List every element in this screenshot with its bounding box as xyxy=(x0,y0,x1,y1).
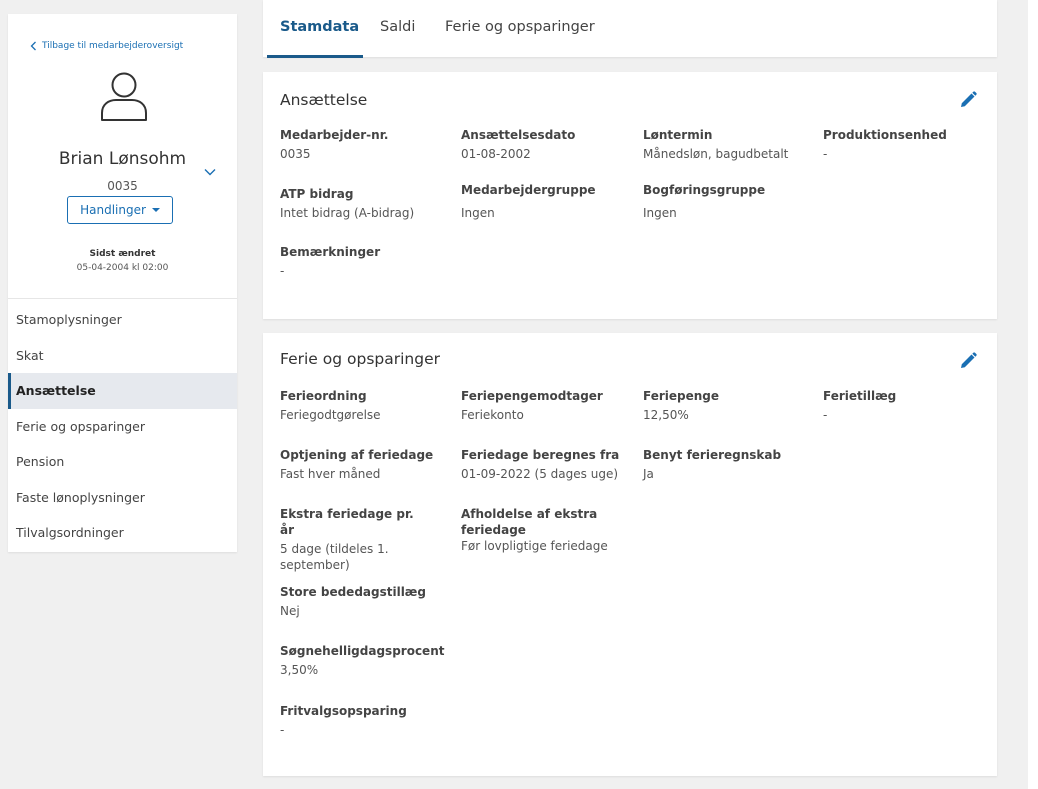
actions-dropdown-button[interactable]: Handlinger xyxy=(67,196,173,224)
pencil-icon[interactable] xyxy=(959,352,977,370)
field-optjening-af-feriedage: Optjening af feriedage Fast hver måned xyxy=(280,447,450,482)
field-bemaerkninger: Bemærkninger - xyxy=(280,244,450,279)
back-link-label: Tilbage til medarbejderoversigt xyxy=(42,41,184,51)
field-medarbejdergruppe: Medarbejdergruppe Ingen xyxy=(461,182,631,221)
active-tab-indicator xyxy=(267,55,363,58)
field-label: Feriepenge xyxy=(643,389,720,403)
field-label: Medarbejder-nr. xyxy=(280,128,389,142)
last-changed-label: Sidst ændret xyxy=(89,249,156,259)
field-label: Ekstra feriedage pr. år xyxy=(280,507,414,537)
field-label: Ansættelsesdato xyxy=(461,128,576,142)
caret-down-icon xyxy=(151,208,160,212)
field-value: Ingen xyxy=(643,206,677,220)
field-label: ATP bidrag xyxy=(280,187,354,201)
field-value: Ingen xyxy=(461,206,495,220)
employee-name: Brian Lønsohm xyxy=(58,149,187,169)
holiday-savings-card: Ferie og opsparinger Ferieordning Ferieg… xyxy=(263,333,997,776)
field-value: Månedsløn, bagudbetalt xyxy=(643,147,789,161)
field-label: Bemærkninger xyxy=(280,245,381,259)
field-value: 12,50% xyxy=(643,408,689,422)
field-value: - xyxy=(280,264,285,278)
field-value: Ja xyxy=(643,467,654,481)
employment-card-title: Ansættelse xyxy=(280,91,368,109)
field-label: Produktionsenhed xyxy=(823,128,947,142)
employee-sidebar: Tilbage til medarbejderoversigt Brian Lø… xyxy=(8,14,237,552)
last-changed-value: 05-04-2004 kl 02:00 xyxy=(76,263,169,273)
field-produktionsenhed: Produktionsenhed - xyxy=(823,127,993,162)
field-benyt-ferieregnskab: Benyt ferieregnskab Ja xyxy=(643,447,813,482)
field-value: Nej xyxy=(280,604,300,618)
sidebar-item-stamoplysninger[interactable]: Stamoplysninger xyxy=(8,302,237,338)
field-feriepenge: Feriepenge 12,50% xyxy=(643,388,813,423)
field-value: Intet bidrag (A-bidrag) xyxy=(280,206,415,220)
field-label: Store bededagstillæg xyxy=(280,585,426,599)
divider xyxy=(8,298,237,299)
pencil-icon[interactable] xyxy=(959,91,977,109)
field-label: Fritvalgsopsparing xyxy=(280,704,407,718)
field-label: Ferietillæg xyxy=(823,389,897,403)
field-value: 01-09-2022 (5 dages uge) xyxy=(461,467,619,481)
tab-stamdata[interactable]: Stamdata xyxy=(280,19,359,35)
field-ferietillaeg: Ferietillæg - xyxy=(823,388,993,423)
field-value: - xyxy=(823,147,828,161)
field-label: Afholdelse af ekstra feriedage xyxy=(461,507,598,537)
field-value: Feriekonto xyxy=(461,408,524,422)
field-value: 3,50% xyxy=(280,663,319,677)
tab-saldi[interactable]: Saldi xyxy=(380,19,415,35)
field-label: Bogføringsgruppe xyxy=(643,183,766,197)
actions-button-label: Handlinger xyxy=(80,203,146,217)
field-label: Benyt ferieregnskab xyxy=(643,448,782,462)
field-value: Før lovpligtige feriedage xyxy=(461,539,608,553)
chevron-down-icon[interactable] xyxy=(204,168,216,176)
sidebar-item-skat[interactable]: Skat xyxy=(8,338,237,374)
field-afholdelse-af-ekstra-feriedage: Afholdelse af ekstra feriedage Før lovpl… xyxy=(461,506,621,554)
employee-number: 0035 xyxy=(107,179,138,193)
field-value: - xyxy=(823,408,828,422)
holiday-card-title: Ferie og opsparinger xyxy=(280,350,440,368)
field-value: Fast hver måned xyxy=(280,467,381,481)
sidebar-nav: Stamoplysninger Skat Ansættelse Ferie og… xyxy=(8,302,237,551)
field-value: - xyxy=(280,723,285,737)
field-value: 0035 xyxy=(280,147,311,161)
employment-card: Ansættelse Medarbejder-nr. 0035 Ansættel… xyxy=(263,72,997,319)
app-background: Tilbage til medarbejderoversigt Brian Lø… xyxy=(0,0,1028,789)
field-value: Feriegodtgørelse xyxy=(280,408,381,422)
back-to-employee-overview-link[interactable]: Tilbage til medarbejderoversigt xyxy=(30,41,183,51)
sidebar-item-ferie-og-opsparinger[interactable]: Ferie og opsparinger xyxy=(8,409,237,445)
field-label: Løntermin xyxy=(643,128,713,142)
field-store-bededagstillaeg: Store bededagstillæg Nej xyxy=(280,584,450,619)
tabs-bar: Stamdata Saldi Ferie og opsparinger xyxy=(263,0,997,58)
field-lontermin: Løntermin Månedsløn, bagudbetalt xyxy=(643,127,813,162)
chevron-left-icon xyxy=(30,41,36,51)
field-label: Optjening af feriedage xyxy=(280,448,434,462)
field-label: Søgnehelligdagsprocent xyxy=(280,644,445,658)
field-value: 5 dage (tildeles 1. september) xyxy=(280,542,389,572)
field-ferieordning: Ferieordning Feriegodtgørelse xyxy=(280,388,450,423)
field-ekstra-feriedage-pr-aar: Ekstra feriedage pr. år 5 dage (tildeles… xyxy=(280,506,420,573)
field-atp-bidrag: ATP bidrag Intet bidrag (A-bidrag) xyxy=(280,186,450,221)
field-fritvalgsopsparing: Fritvalgsopsparing - xyxy=(280,703,450,738)
field-label: Feriepengemodtager xyxy=(461,389,603,403)
sidebar-item-ansaettelse[interactable]: Ansættelse xyxy=(8,373,237,409)
sidebar-item-faste-lonoplysninger[interactable]: Faste lønoplysninger xyxy=(8,480,237,516)
field-label: Medarbejdergruppe xyxy=(461,183,596,197)
field-ansaettelsesdato: Ansættelsesdato 01-08-2002 xyxy=(461,127,631,162)
field-sognehelligdagsprocent: Søgnehelligdagsprocent 3,50% xyxy=(280,643,450,678)
sidebar-item-tilvalgsordninger[interactable]: Tilvalgsordninger xyxy=(8,515,237,551)
tab-ferie-og-opsparinger[interactable]: Ferie og opsparinger xyxy=(445,19,595,35)
field-feriedage-beregnes-fra: Feriedage beregnes fra 01-09-2022 (5 dag… xyxy=(461,447,631,482)
field-medarbejder-nr: Medarbejder-nr. 0035 xyxy=(280,127,450,162)
field-label: Feriedage beregnes fra xyxy=(461,448,620,462)
sidebar-item-pension[interactable]: Pension xyxy=(8,444,237,480)
field-feriepengemodtager: Feriepengemodtager Feriekonto xyxy=(461,388,631,423)
field-value: 01-08-2002 xyxy=(461,147,531,161)
user-icon xyxy=(101,72,147,121)
field-bogforingsgruppe: Bogføringsgruppe Ingen xyxy=(643,182,813,221)
field-label: Ferieordning xyxy=(280,389,367,403)
